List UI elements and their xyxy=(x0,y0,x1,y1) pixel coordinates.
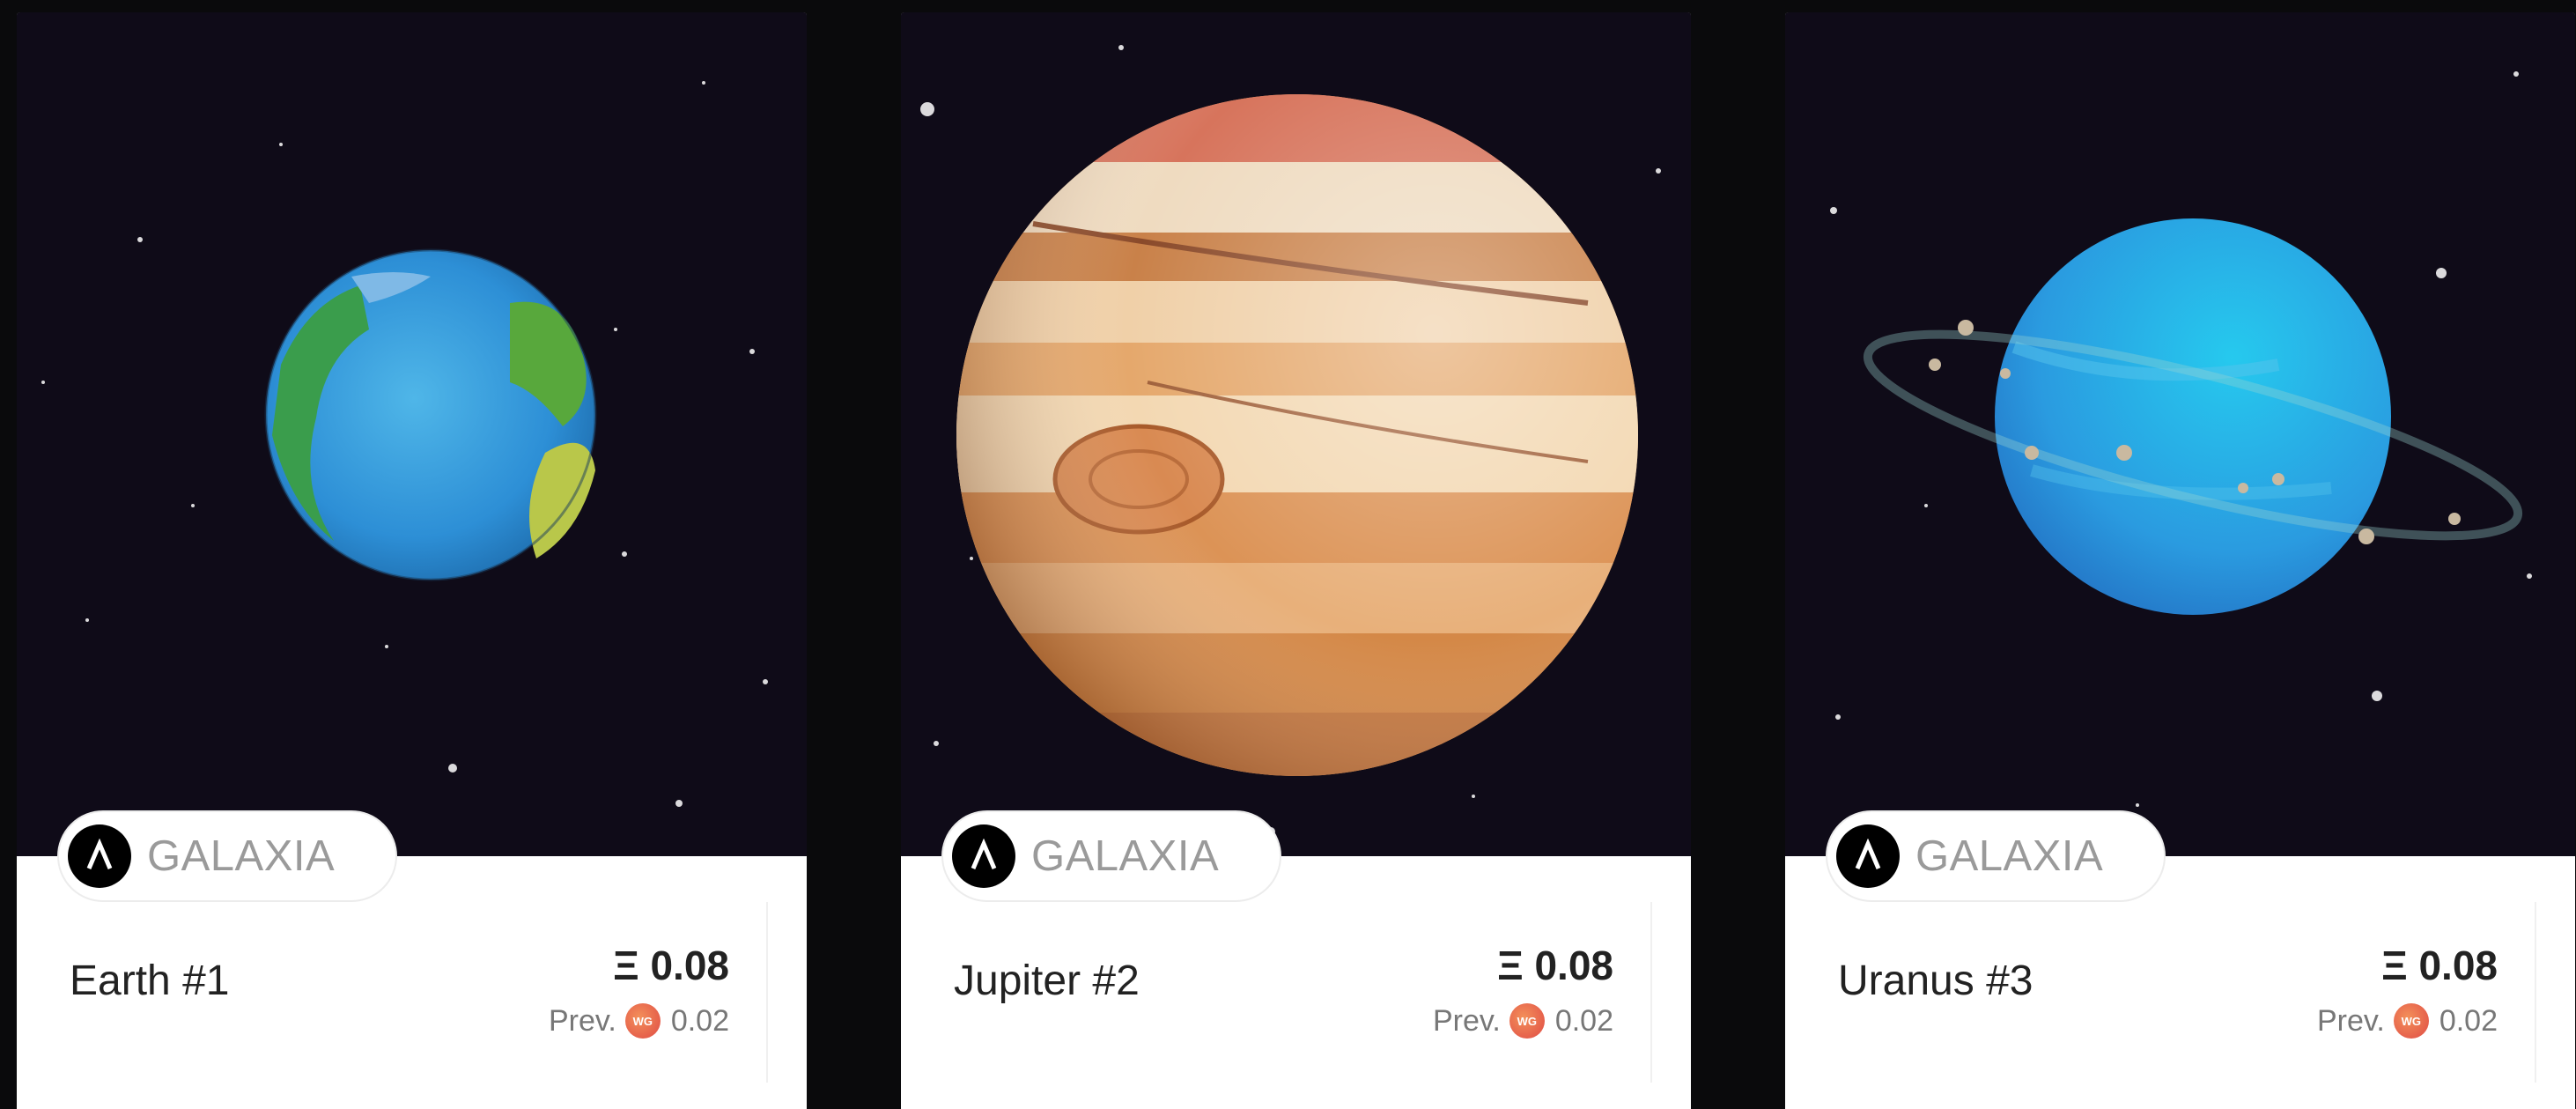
prev-label: Prev. xyxy=(548,1003,616,1038)
collection-name: GALAXIA xyxy=(147,832,336,880)
coin-icon: WG xyxy=(1509,1003,1545,1039)
uranus-planet-image xyxy=(1785,12,2575,856)
nft-card-uranus[interactable]: GALAXIA Uranus #3 Ξ 0.08 Prev. WG 0.02 xyxy=(1785,12,2575,1109)
prev-value: 0.02 xyxy=(1554,1003,1613,1038)
collection-chip[interactable]: GALAXIA xyxy=(57,810,397,902)
nft-artwork-uranus[interactable] xyxy=(1785,12,2575,856)
coin-icon: WG xyxy=(2393,1003,2429,1039)
divider xyxy=(766,902,768,1083)
nft-card-jupiter[interactable]: GALAXIA Jupiter #2 Ξ 0.08 Prev. WG 0.02 xyxy=(901,12,1691,1109)
divider xyxy=(1650,902,1652,1083)
earth-planet-image xyxy=(17,12,807,856)
nft-artwork-jupiter[interactable] xyxy=(901,12,1691,856)
prev-label: Prev. xyxy=(1432,1003,1501,1038)
nft-price: Ξ 0.08 xyxy=(1497,943,1613,988)
galaxia-logo-icon xyxy=(952,824,1015,888)
nft-title[interactable]: Earth #1 xyxy=(70,957,229,1005)
prev-value: 0.02 xyxy=(670,1003,729,1038)
nft-title[interactable]: Uranus #3 xyxy=(1838,957,2033,1005)
coin-icon: WG xyxy=(624,1003,661,1039)
collection-chip[interactable]: GALAXIA xyxy=(941,810,1281,902)
jupiter-planet-image xyxy=(901,12,1691,856)
divider xyxy=(2535,902,2536,1083)
nft-price: Ξ 0.08 xyxy=(2381,943,2498,988)
previous-price: Prev. WG 0.02 xyxy=(1433,1003,1613,1039)
prev-label: Prev. xyxy=(2316,1003,2385,1038)
galaxia-logo-icon xyxy=(68,824,131,888)
collection-name: GALAXIA xyxy=(1031,832,1220,880)
collection-name: GALAXIA xyxy=(1915,832,2104,880)
galaxia-logo-icon xyxy=(1836,824,1900,888)
collection-chip[interactable]: GALAXIA xyxy=(1826,810,2166,902)
nft-price: Ξ 0.08 xyxy=(613,943,729,988)
previous-price: Prev. WG 0.02 xyxy=(549,1003,729,1039)
nft-title[interactable]: Jupiter #2 xyxy=(954,957,1140,1005)
previous-price: Prev. WG 0.02 xyxy=(2317,1003,2498,1039)
prev-value: 0.02 xyxy=(2439,1003,2498,1038)
nft-artwork-earth[interactable] xyxy=(17,12,807,856)
nft-card-earth[interactable]: GALAXIA Earth #1 Ξ 0.08 Prev. WG 0.02 xyxy=(17,12,807,1109)
